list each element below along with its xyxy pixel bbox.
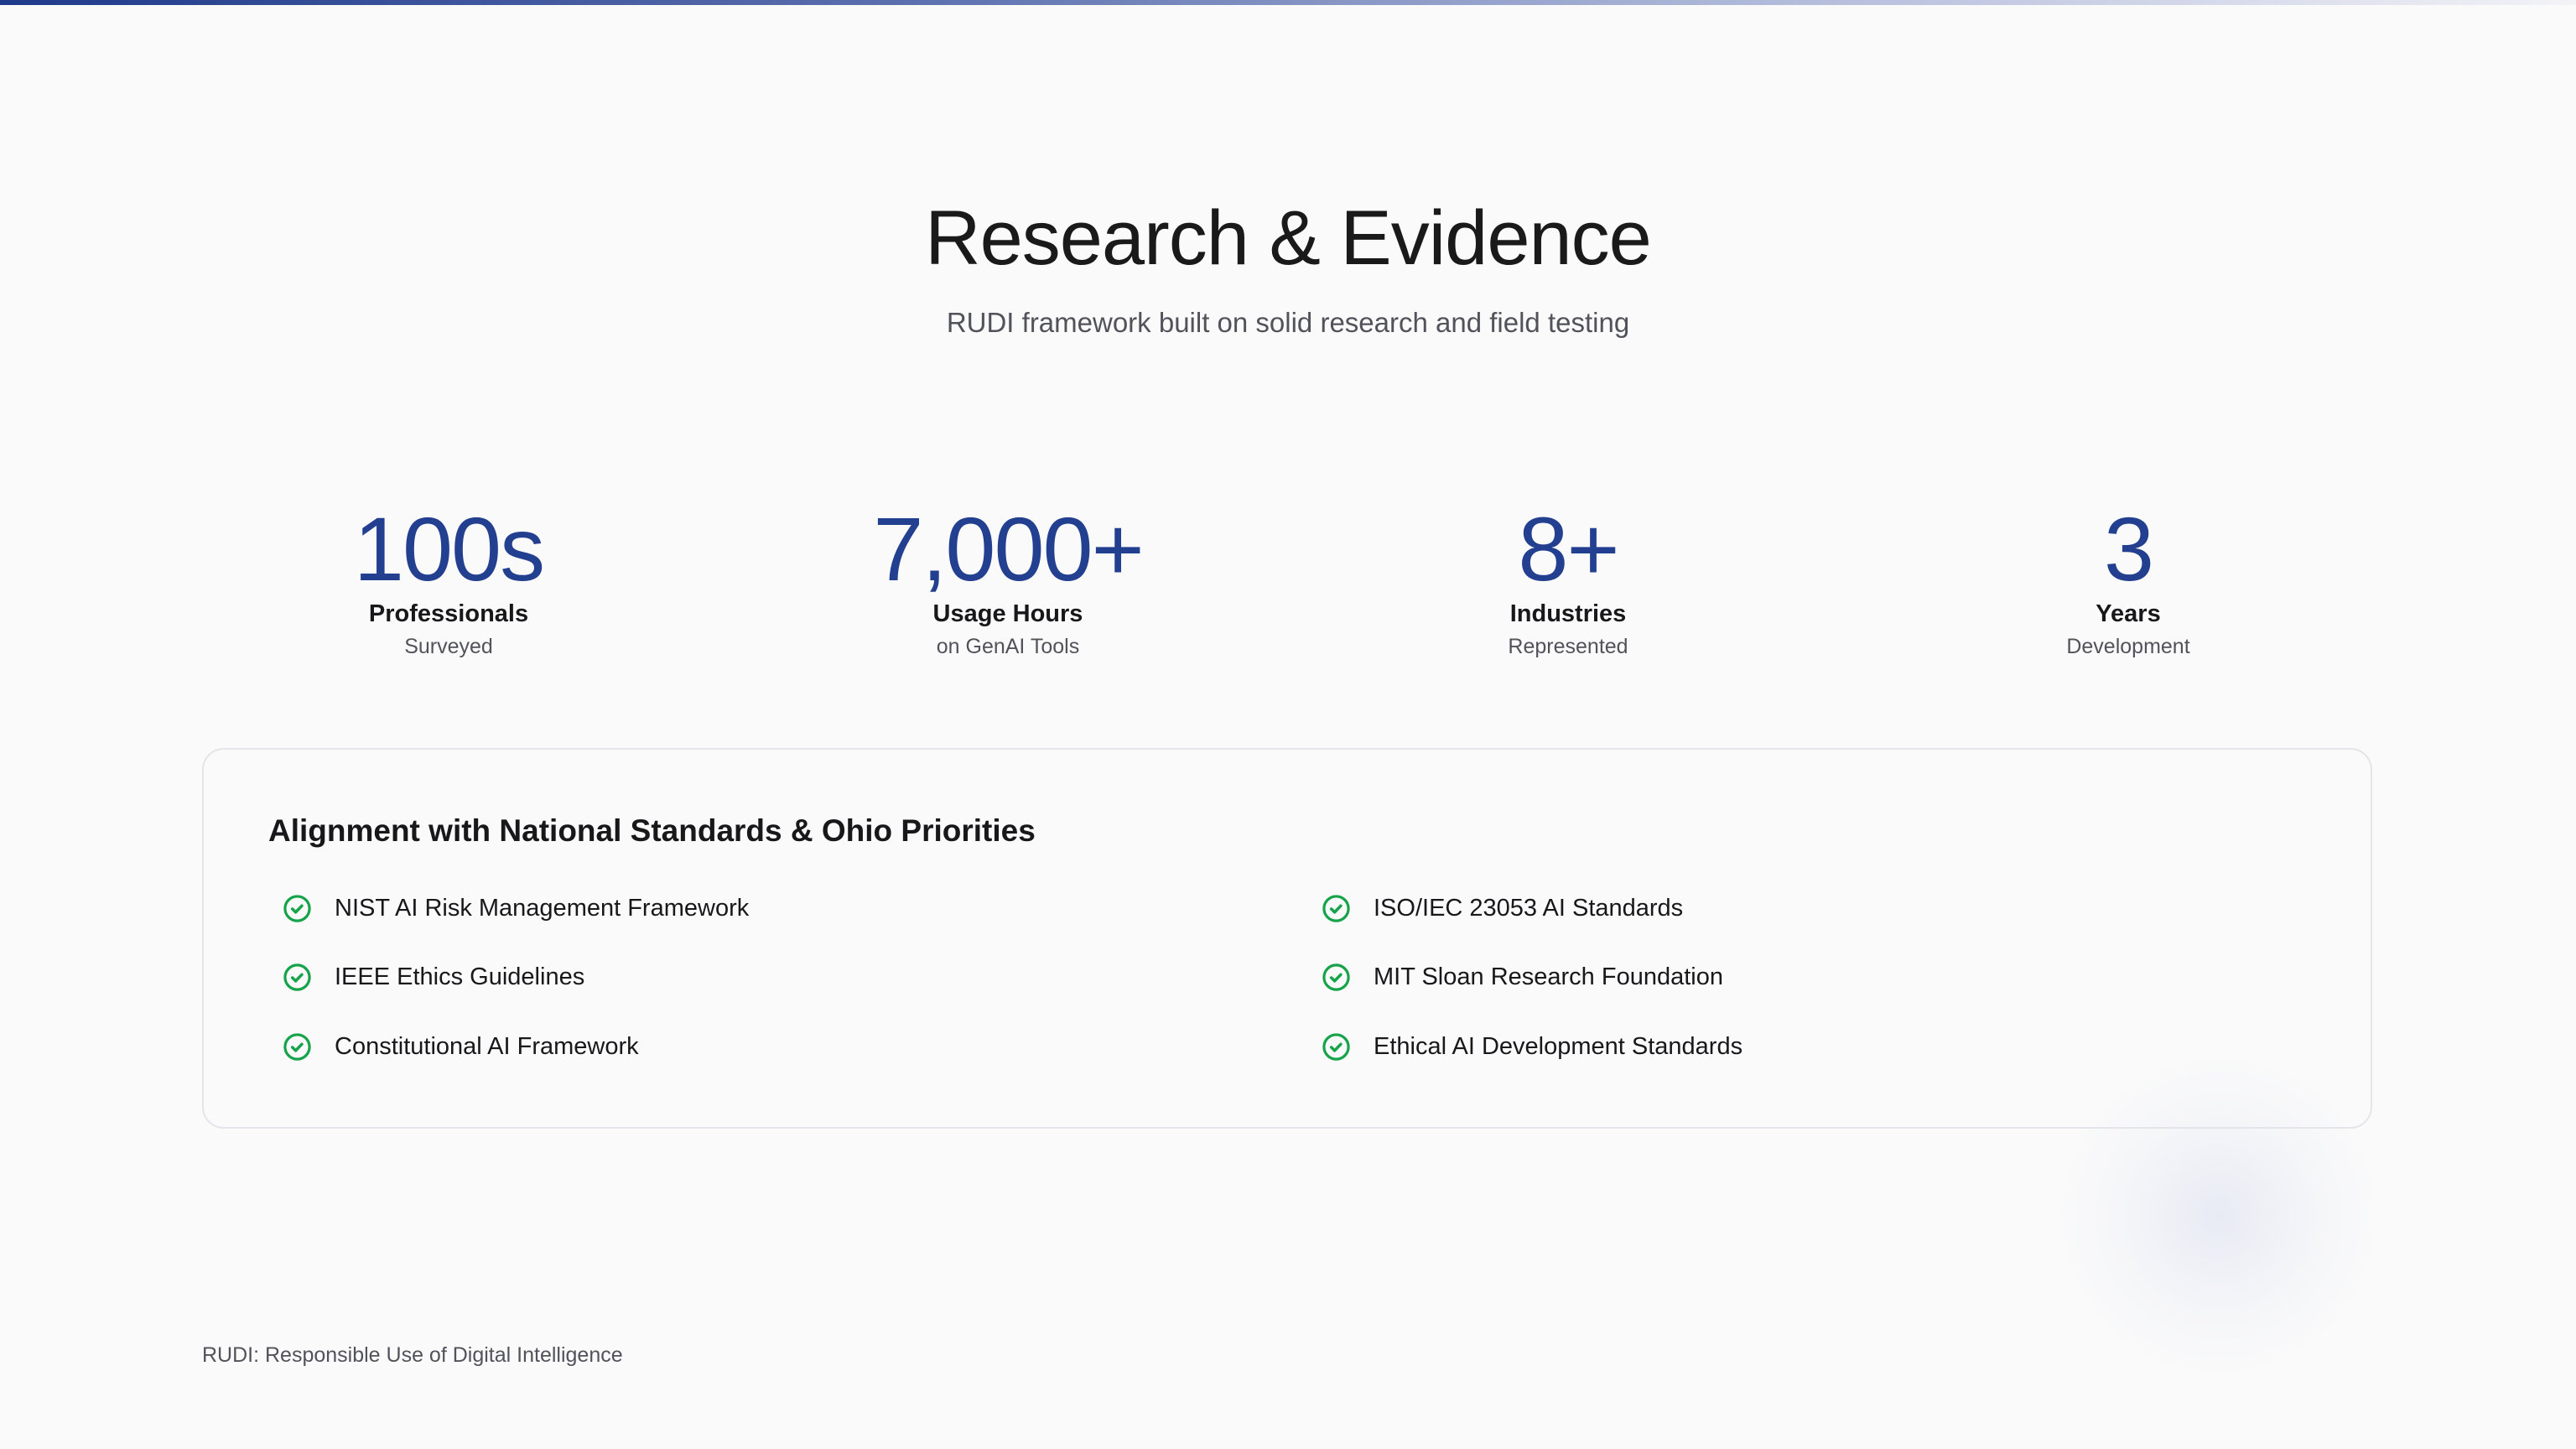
stat-value: 3 xyxy=(2103,498,2154,600)
list-item-label: MIT Sloan Research Foundation xyxy=(1374,963,1723,990)
stat-usage-hours: 7,000+ Usage Hours on GenAI Tools xyxy=(756,495,1259,659)
list-item-label: Constitutional AI Framework xyxy=(335,1033,639,1060)
stat-professionals: 100s Professionals Surveyed xyxy=(197,495,700,659)
stat-value: 8+ xyxy=(1518,498,1619,600)
stat-label: Years xyxy=(2096,600,2161,627)
list-item: ISO/IEC 23053 AI Standards xyxy=(1322,894,1683,923)
stat-sublabel: Development xyxy=(2066,635,2190,658)
check-circle-icon xyxy=(1322,895,1350,922)
stat-value: 100s xyxy=(353,498,545,600)
check-circle-icon xyxy=(283,963,311,991)
alignment-card: Alignment with National Standards & Ohio… xyxy=(202,748,2372,1129)
stat-sublabel: Surveyed xyxy=(404,635,493,658)
list-item-label: IEEE Ethics Guidelines xyxy=(335,963,585,990)
check-circle-icon xyxy=(283,1033,311,1061)
list-item: IEEE Ethics Guidelines xyxy=(283,963,584,992)
check-circle-icon xyxy=(283,895,311,922)
alignment-heading: Alignment with National Standards & Ohio… xyxy=(268,813,1036,848)
stat-label: Industries xyxy=(1509,600,1627,627)
footer-text: RUDI: Responsible Use of Digital Intelli… xyxy=(202,1343,623,1367)
list-item: NIST AI Risk Management Framework xyxy=(283,894,749,923)
stat-industries: 8+ Industries Represented xyxy=(1317,495,1820,659)
list-item-label: ISO/IEC 23053 AI Standards xyxy=(1374,895,1684,922)
stat-label: Usage Hours xyxy=(932,600,1083,627)
page-title: Research & Evidence xyxy=(925,195,1652,281)
stat-years: 3 Years Development xyxy=(1877,495,2380,659)
stat-sublabel: on GenAI Tools xyxy=(936,635,1080,658)
list-item: Ethical AI Development Standards xyxy=(1322,1032,1742,1062)
check-circle-icon xyxy=(1322,1033,1350,1061)
stat-sublabel: Represented xyxy=(1508,635,1628,658)
list-item: MIT Sloan Research Foundation xyxy=(1322,963,1723,992)
stat-label: Professionals xyxy=(368,600,529,627)
list-item-label: Ethical AI Development Standards xyxy=(1374,1033,1743,1060)
page-subtitle: RUDI framework built on solid research a… xyxy=(946,307,1630,338)
check-circle-icon xyxy=(1322,963,1350,991)
list-item-label: NIST AI Risk Management Framework xyxy=(335,895,750,922)
list-item: Constitutional AI Framework xyxy=(283,1032,639,1062)
top-accent-bar xyxy=(0,0,2576,5)
stat-value: 7,000+ xyxy=(873,498,1144,600)
